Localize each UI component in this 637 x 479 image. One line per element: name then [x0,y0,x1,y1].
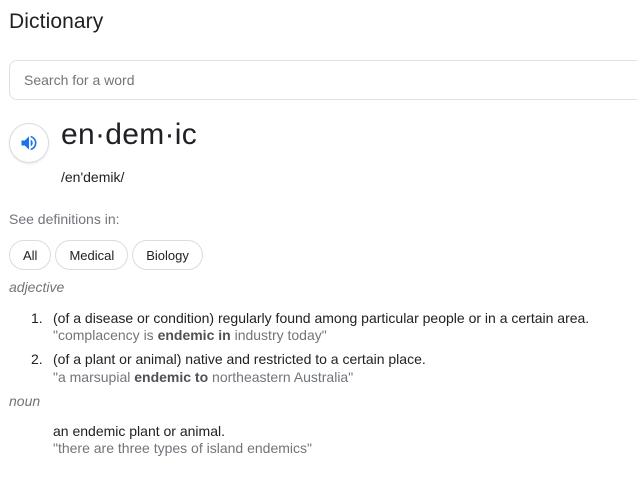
definition-number: 1. [31,310,43,326]
example-text: northeastern Australia" [208,369,354,385]
phonetic-spelling: /en'demik/ [61,169,125,185]
chip-all[interactable]: All [9,240,52,270]
definition-number: 2. [31,351,43,367]
pronunciation-button[interactable] [9,123,49,163]
example-highlight: endemic in [157,327,231,343]
definition-example: "complacency is endemic in industry toda… [53,327,327,343]
speaker-icon [21,135,37,151]
search-box[interactable] [9,60,637,100]
part-of-speech-adjective: adjective [9,279,65,295]
example-highlight: endemic to [134,369,209,385]
definition-text: (of a plant or animal) native and restri… [53,351,426,367]
page-title: Dictionary [9,10,104,33]
part-of-speech-noun: noun [9,393,41,409]
definition-text: (of a disease or condition) regularly fo… [53,310,590,326]
definition-text: an endemic plant or animal. [53,423,225,439]
definition-example: "there are three types of island endemic… [53,440,312,456]
chip-medical[interactable]: Medical [55,240,129,270]
chip-biology[interactable]: Biology [132,240,203,270]
example-text: "complacency is [53,327,158,343]
headword: en·dem·ic [61,118,198,151]
example-text: industry today" [230,327,327,343]
see-definitions-label: See definitions in: [9,211,120,227]
definition-filter-chips: All Medical Biology [9,240,203,270]
example-text: "a marsupial [53,369,135,385]
search-input[interactable] [24,61,584,99]
definition-example: "a marsupial endemic to northeastern Aus… [53,369,353,385]
